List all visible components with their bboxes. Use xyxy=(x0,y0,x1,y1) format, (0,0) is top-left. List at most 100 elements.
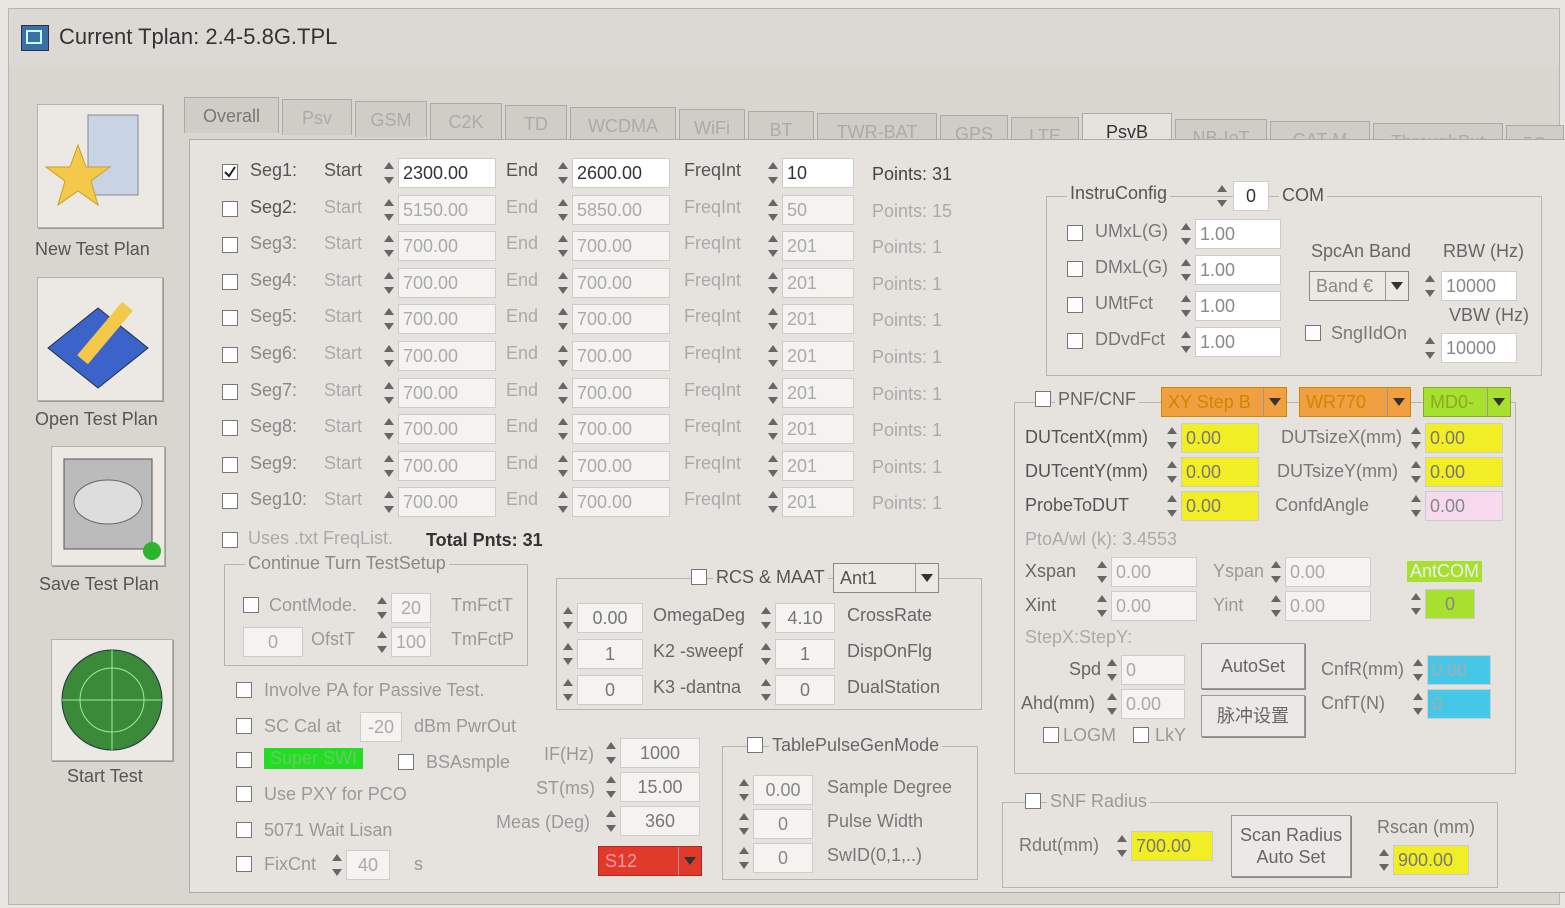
bsasmple-checkbox[interactable] xyxy=(398,754,414,770)
segment-checkbox[interactable] xyxy=(222,420,238,437)
segment-freqint-field[interactable]: 201 xyxy=(782,450,854,481)
rcs-field[interactable]: 0 xyxy=(577,675,643,705)
snf-checkbox[interactable] xyxy=(1025,793,1041,809)
segment-end-spinner[interactable] xyxy=(556,414,570,444)
table-pulse-spinner[interactable] xyxy=(737,843,751,873)
instru-field[interactable]: 1.00 xyxy=(1195,327,1281,357)
segment-end-spinner[interactable] xyxy=(556,268,570,298)
segment-freqint-spinner[interactable] xyxy=(766,414,780,444)
dutsizey-spinner[interactable] xyxy=(1409,457,1423,487)
meas-deg-spinner[interactable] xyxy=(604,806,618,836)
segment-start-field[interactable]: 700.00 xyxy=(398,487,496,518)
rcs-field[interactable]: 4.10 xyxy=(775,603,835,633)
super-swi-checkbox[interactable] xyxy=(236,752,252,768)
ahd-spinner[interactable] xyxy=(1105,689,1119,719)
segment-start-field[interactable]: 700.00 xyxy=(398,304,496,335)
segment-end-field[interactable]: 700.00 xyxy=(572,450,670,481)
yspan-field[interactable]: 0.00 xyxy=(1285,557,1371,587)
probe-field[interactable]: 0.00 xyxy=(1181,491,1259,521)
wait-lisan-checkbox[interactable] xyxy=(236,822,252,838)
rcs-field[interactable]: 1 xyxy=(775,639,835,669)
segment-start-spinner[interactable] xyxy=(382,304,396,334)
rscan-field[interactable]: 900.00 xyxy=(1393,845,1469,875)
segment-end-field[interactable]: 5850.00 xyxy=(572,194,670,225)
ofst-field[interactable]: 0 xyxy=(243,627,303,657)
segment-freqint-field[interactable]: 201 xyxy=(782,377,854,408)
rscan-spinner[interactable] xyxy=(1377,845,1391,875)
instru-checkbox[interactable] xyxy=(1067,261,1083,277)
instru-field[interactable]: 1.00 xyxy=(1195,291,1281,321)
segment-end-field[interactable]: 700.00 xyxy=(572,267,670,298)
segment-freqint-field[interactable]: 201 xyxy=(782,231,854,262)
dutcentx-spinner[interactable] xyxy=(1165,423,1179,453)
uses-txt-checkbox[interactable] xyxy=(222,532,238,548)
table-pulse-field[interactable]: 0 xyxy=(753,843,813,873)
segment-freqint-field[interactable]: 50 xyxy=(782,194,854,225)
tab-gsm[interactable]: GSM xyxy=(355,101,427,137)
if-hz-spinner[interactable] xyxy=(604,738,618,768)
instru-spinner[interactable] xyxy=(1179,291,1193,321)
dutcenty-spinner[interactable] xyxy=(1165,457,1179,487)
sc-cal-checkbox[interactable] xyxy=(236,718,252,734)
com-spinner[interactable] xyxy=(1215,181,1229,211)
segment-end-spinner[interactable] xyxy=(556,158,570,188)
meas-deg-field[interactable]: 360 xyxy=(620,806,700,836)
rcs-spinner[interactable] xyxy=(759,603,773,633)
spd-field[interactable]: 0 xyxy=(1121,655,1185,685)
s12-dropdown[interactable]: S12 xyxy=(598,846,702,876)
table-pulse-checkbox[interactable] xyxy=(747,737,763,753)
segment-freqint-field[interactable]: 10 xyxy=(782,158,854,188)
segment-start-spinner[interactable] xyxy=(382,158,396,188)
segment-start-field[interactable]: 700.00 xyxy=(398,450,496,481)
logm-checkbox[interactable] xyxy=(1043,727,1059,743)
segment-end-field[interactable]: 2600.00 xyxy=(572,158,670,188)
xint-spinner[interactable] xyxy=(1095,591,1109,621)
lky-checkbox[interactable] xyxy=(1133,727,1149,743)
xint-field[interactable]: 0.00 xyxy=(1111,591,1197,621)
segment-freqint-spinner[interactable] xyxy=(766,231,780,261)
fixcnt-field[interactable]: 40 xyxy=(346,850,390,880)
if-hz-field[interactable]: 1000 xyxy=(620,738,700,768)
tab-td[interactable]: TD xyxy=(505,105,567,141)
tab-wcdma[interactable]: WCDMA xyxy=(570,107,676,143)
segment-end-spinner[interactable] xyxy=(556,451,570,481)
instru-spinner[interactable] xyxy=(1179,219,1193,249)
table-pulse-spinner[interactable] xyxy=(737,775,751,805)
segment-freqint-spinner[interactable] xyxy=(766,451,780,481)
yint-field[interactable]: 0.00 xyxy=(1285,591,1371,621)
yspan-spinner[interactable] xyxy=(1269,557,1283,587)
segment-checkbox[interactable] xyxy=(222,237,238,254)
confd-field[interactable]: 0.00 xyxy=(1425,491,1503,521)
pnf-checkbox[interactable] xyxy=(1035,391,1051,407)
md0-dropdown[interactable]: MD0- xyxy=(1423,387,1511,417)
tab-overall[interactable]: Overall xyxy=(184,97,279,133)
segment-checkbox[interactable] xyxy=(222,273,238,290)
segment-start-spinner[interactable] xyxy=(382,487,396,517)
involve-pa-checkbox[interactable] xyxy=(236,682,252,698)
table-pulse-spinner[interactable] xyxy=(737,809,751,839)
cnft-spinner[interactable] xyxy=(1411,689,1425,719)
segment-checkbox[interactable] xyxy=(222,347,238,363)
dutsizey-field[interactable]: 0.00 xyxy=(1425,457,1503,487)
ahd-field[interactable]: 0.00 xyxy=(1121,689,1185,719)
autoset-button[interactable]: AutoSet xyxy=(1201,643,1305,689)
segment-checkbox[interactable] xyxy=(222,200,238,217)
segment-end-field[interactable]: 700.00 xyxy=(572,377,670,408)
sngl-checkbox[interactable] xyxy=(1305,325,1321,341)
segment-end-field[interactable]: 700.00 xyxy=(572,487,670,518)
segment-end-spinner[interactable] xyxy=(556,304,570,334)
rcs-spinner[interactable] xyxy=(759,639,773,669)
segment-freqint-field[interactable]: 201 xyxy=(782,414,854,445)
cnft-field[interactable]: 0 xyxy=(1427,689,1491,719)
segment-start-spinner[interactable] xyxy=(382,341,396,371)
segment-start-spinner[interactable] xyxy=(382,268,396,298)
segment-end-field[interactable]: 700.00 xyxy=(572,304,670,335)
contmode-field[interactable]: 20 xyxy=(391,593,431,623)
fixcnt-checkbox[interactable] xyxy=(236,856,252,872)
segment-checkbox[interactable] xyxy=(222,493,238,510)
cnfr-field[interactable]: 0.00 xyxy=(1427,655,1491,685)
vbw-spinner[interactable] xyxy=(1423,333,1437,363)
cnfr-spinner[interactable] xyxy=(1411,655,1425,685)
segment-end-spinner[interactable] xyxy=(556,231,570,261)
confd-spinner[interactable] xyxy=(1409,491,1423,521)
